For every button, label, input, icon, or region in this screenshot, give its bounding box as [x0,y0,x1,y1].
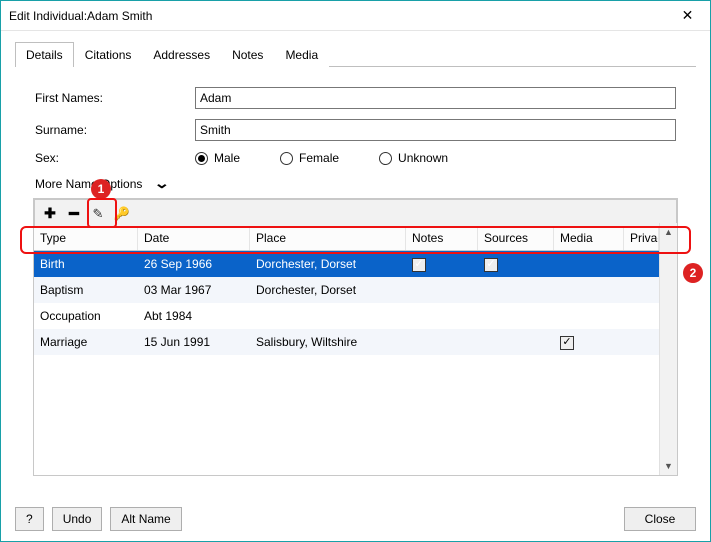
table-row[interactable]: Marriage15 Jun 1991Salisbury, Wiltshire ✓ [34,329,677,355]
table-cell [554,286,624,294]
radio-label: Female [299,151,339,165]
sex-radio-female[interactable]: Female [280,151,339,165]
tab-addresses[interactable]: Addresses [142,42,221,67]
table-cell [478,286,554,294]
table-row[interactable]: Birth26 Sep 1966Dorchester, Dorset ✓ ✓ [34,251,677,277]
table-cell: ✓ [478,252,554,276]
checkmark-icon: ✓ [560,336,574,350]
table-cell [250,312,406,320]
help-button[interactable]: ? [15,507,44,531]
table-cell: Dorchester, Dorset [250,279,406,301]
table-cell: Baptism [34,279,138,301]
chevron-down-icon: ⌄ [154,175,170,192]
tab-citations[interactable]: Citations [74,42,143,67]
table-cell: ✓ [406,252,478,276]
table-cell: Salisbury, Wiltshire [250,331,406,353]
form-area: First Names: Surname: Sex: Male Female [15,87,696,198]
scroll-down-icon[interactable]: ▼ [660,457,677,475]
table-row[interactable]: OccupationAbt 1984 [34,303,677,329]
table-cell [554,260,624,268]
first-names-label: First Names: [35,91,195,105]
radio-label: Male [214,151,240,165]
add-fact-button[interactable]: ✚ [39,203,61,225]
sex-radio-group: Male Female Unknown [195,151,448,165]
table-cell: Abt 1984 [138,305,250,327]
radio-icon [280,152,293,165]
table-cell: 15 Jun 1991 [138,331,250,353]
tab-strip: Details Citations Addresses Notes Media [15,41,696,67]
surname-label: Surname: [35,123,195,137]
table-cell: 26 Sep 1966 [138,253,250,275]
vertical-scrollbar[interactable]: ▲ ▼ [659,223,677,475]
table-cell [406,286,478,294]
table-cell [554,312,624,320]
checkmark-icon: ✓ [412,258,426,272]
col-header-media[interactable]: Media [554,227,624,250]
sex-radio-unknown[interactable]: Unknown [379,151,448,165]
scroll-up-icon[interactable]: ▲ [660,223,677,241]
facts-toolbar: ✚ ━ ✎ 🔑 [34,199,677,227]
surname-input[interactable] [195,119,676,141]
close-icon[interactable]: ✕ [665,1,710,31]
titlebar: Edit Individual:Adam Smith ✕ [1,1,710,31]
callout-highlight-1 [87,198,117,228]
table-header: Type Date Place Notes Sources Media Priv… [34,227,677,251]
edit-individual-window: Edit Individual:Adam Smith ✕ Details Cit… [0,0,711,542]
minus-icon: ━ [69,204,79,224]
radio-icon [379,152,392,165]
col-header-place[interactable]: Place [250,227,406,250]
close-button[interactable]: Close [624,507,696,531]
delete-fact-button[interactable]: ━ [63,203,85,225]
callout-badge-1: 1 [91,179,111,199]
table-cell [478,338,554,346]
table-cell [406,338,478,346]
col-header-notes[interactable]: Notes [406,227,478,250]
tab-media[interactable]: Media [274,42,329,67]
radio-label: Unknown [398,151,448,165]
radio-icon [195,152,208,165]
table-cell: Birth [34,253,138,275]
table-cell: ✓ [554,330,624,354]
tab-notes[interactable]: Notes [221,42,274,67]
col-header-type[interactable]: Type [34,227,138,250]
table-cell: Marriage [34,331,138,353]
dialog-footer: ? Undo Alt Name Close [1,497,710,541]
table-cell: 03 Mar 1967 [138,279,250,301]
tab-details[interactable]: Details [15,42,74,67]
col-header-date[interactable]: Date [138,227,250,250]
col-header-privacy[interactable]: Privacy [624,227,659,250]
table-body: Birth26 Sep 1966Dorchester, Dorset ✓ ✓ Bapt… [34,251,677,355]
col-header-sources[interactable]: Sources [478,227,554,250]
table-cell: Occupation [34,305,138,327]
plus-icon: ✚ [44,205,56,222]
checkmark-icon: ✓ [484,258,498,272]
sex-label: Sex: [35,151,195,165]
first-names-input[interactable] [195,87,676,109]
window-title: Edit Individual:Adam Smith [9,9,665,23]
table-cell: Dorchester, Dorset [250,253,406,275]
undo-button[interactable]: Undo [52,507,103,531]
table-cell [478,312,554,320]
table-row[interactable]: Baptism03 Mar 1967Dorchester, Dorset [34,277,677,303]
facts-table: 1 2 ✚ ━ ✎ 🔑 Type Date Place Notes Source… [33,198,678,476]
sex-radio-male[interactable]: Male [195,151,240,165]
more-name-options-label: More Name Options [35,177,142,191]
alt-name-button[interactable]: Alt Name [110,507,181,531]
more-name-options-toggle[interactable]: More Name Options ⌄ [35,175,676,192]
callout-badge-2: 2 [683,263,703,283]
table-cell [406,312,478,320]
content-area: Details Citations Addresses Notes Media … [1,31,710,497]
